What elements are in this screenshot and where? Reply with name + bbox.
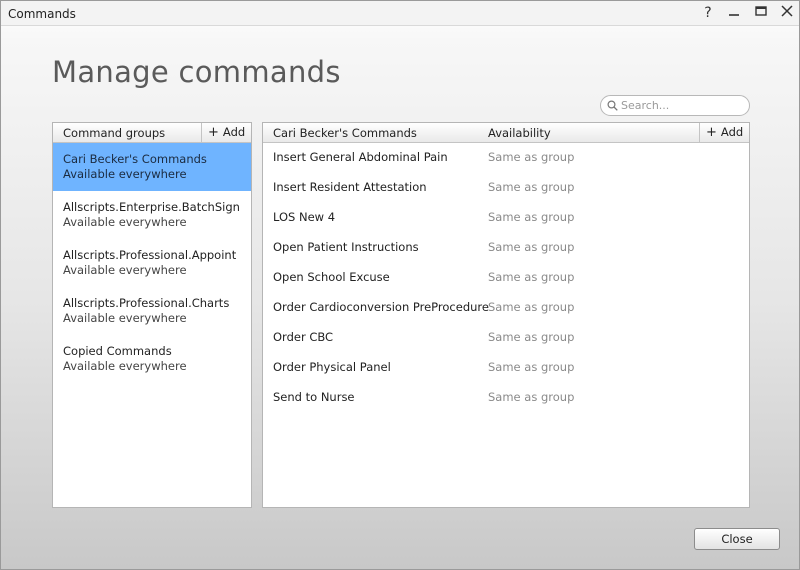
command-row[interactable]: Send to Nurse Same as group xyxy=(263,383,749,413)
command-row[interactable]: Order Cardioconversion PreProcedure Same… xyxy=(263,293,749,323)
command-name: Order Physical Panel xyxy=(273,360,391,374)
group-availability: Available everywhere xyxy=(63,359,187,373)
command-name: Open School Excuse xyxy=(273,270,390,284)
command-groups-panel: Command groups + Add Cari Becker's Comman… xyxy=(52,122,252,508)
command-name: Insert General Abdominal Pain xyxy=(273,150,448,164)
window-title: Commands xyxy=(8,7,76,21)
command-availability: Same as group xyxy=(488,240,575,254)
close-button[interactable]: Close xyxy=(694,528,780,550)
command-availability: Same as group xyxy=(488,360,575,374)
group-name: Allscripts.Professional.Charts xyxy=(63,296,230,310)
search-input[interactable] xyxy=(621,98,745,113)
group-availability: Available everywhere xyxy=(63,311,187,325)
group-item-appoint[interactable]: Allscripts.Professional.Appoint Availabl… xyxy=(53,239,251,287)
command-name: Open Patient Instructions xyxy=(273,240,419,254)
page-title: Manage commands xyxy=(52,55,341,89)
group-availability: Available everywhere xyxy=(63,167,187,181)
add-group-label: Add xyxy=(222,125,246,139)
group-name: Allscripts.Enterprise.BatchSign xyxy=(63,200,240,214)
minimize-icon[interactable] xyxy=(723,4,745,22)
command-availability: Same as group xyxy=(488,150,575,164)
group-item-charts[interactable]: Allscripts.Professional.Charts Available… xyxy=(53,287,251,335)
command-name: Order CBC xyxy=(273,330,334,344)
group-name: Copied Commands xyxy=(63,344,172,358)
command-row[interactable]: Order CBC Same as group xyxy=(263,323,749,353)
search-icon xyxy=(607,100,618,111)
command-name: LOS New 4 xyxy=(273,210,336,224)
group-availability: Available everywhere xyxy=(63,263,187,277)
group-item-copied-commands[interactable]: Copied Commands Available everywhere xyxy=(53,335,251,383)
command-groups-header: Command groups + Add xyxy=(53,123,251,143)
command-row[interactable]: Insert General Abdominal Pain Same as gr… xyxy=(263,143,749,173)
title-bar: Commands ? xyxy=(1,1,799,26)
maximize-icon[interactable] xyxy=(750,4,772,22)
close-icon[interactable] xyxy=(776,4,798,22)
command-row[interactable]: Open Patient Instructions Same as group xyxy=(263,233,749,263)
command-availability: Same as group xyxy=(488,390,575,404)
commands-panel: Cari Becker's Commands Availability + Add… xyxy=(262,122,750,508)
command-availability: Same as group xyxy=(488,330,575,344)
plus-icon: + xyxy=(706,125,717,140)
command-row[interactable]: Order Physical Panel Same as group xyxy=(263,353,749,383)
command-groups-label: Command groups xyxy=(63,126,166,140)
help-icon[interactable]: ? xyxy=(697,4,719,22)
add-command-button[interactable]: + Add xyxy=(699,123,749,142)
command-row[interactable]: Insert Resident Attestation Same as grou… xyxy=(263,173,749,203)
search-box[interactable] xyxy=(600,95,750,116)
commands-header: Cari Becker's Commands Availability + Add xyxy=(263,123,749,143)
command-row[interactable]: LOS New 4 Same as group xyxy=(263,203,749,233)
group-item-cari-becker[interactable]: Cari Becker's Commands Available everywh… xyxy=(53,143,251,191)
command-row[interactable]: Open School Excuse Same as group xyxy=(263,263,749,293)
command-availability: Same as group xyxy=(488,270,575,284)
add-group-button[interactable]: + Add xyxy=(201,123,251,142)
group-item-batchsign[interactable]: Allscripts.Enterprise.BatchSign Availabl… xyxy=(53,191,251,239)
add-command-label: Add xyxy=(720,125,744,139)
command-name: Insert Resident Attestation xyxy=(273,180,427,194)
group-availability: Available everywhere xyxy=(63,215,187,229)
commands-window: Commands ? Manage commands Command group… xyxy=(0,0,800,570)
command-name: Send to Nurse xyxy=(273,390,355,404)
command-name: Order Cardioconversion PreProcedure xyxy=(273,300,489,314)
group-name: Allscripts.Professional.Appoint xyxy=(63,248,237,262)
plus-icon: + xyxy=(208,125,219,140)
commands-name-column-header[interactable]: Cari Becker's Commands xyxy=(273,126,417,140)
command-availability: Same as group xyxy=(488,180,575,194)
availability-column-header[interactable]: Availability xyxy=(488,126,551,140)
group-name: Cari Becker's Commands xyxy=(63,152,207,166)
command-availability: Same as group xyxy=(488,210,575,224)
command-availability: Same as group xyxy=(488,300,575,314)
